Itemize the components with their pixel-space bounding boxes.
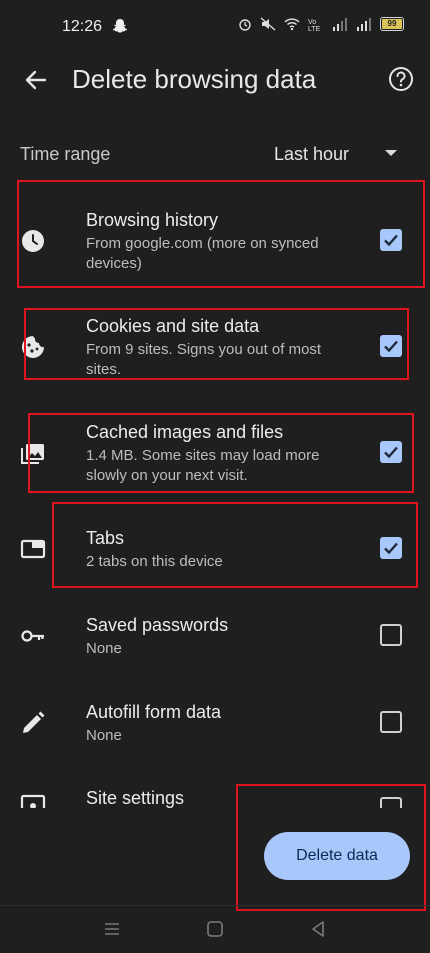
- time-range-row[interactable]: Time range Last hour: [0, 132, 430, 174]
- option-label: Saved passwords: [86, 615, 229, 635]
- app-bar: Delete browsing data: [0, 56, 430, 104]
- key-icon: [20, 623, 46, 649]
- svg-text:LTE: LTE: [308, 26, 321, 31]
- help-icon: [389, 67, 413, 91]
- battery-icon: 99: [380, 17, 404, 31]
- option-description: None: [86, 640, 122, 657]
- annotation-box: [24, 308, 409, 380]
- tab-icon: [20, 536, 46, 562]
- pencil-icon: [20, 710, 46, 736]
- checkbox[interactable]: [380, 711, 402, 733]
- option-autofill-form-data[interactable]: Autofill form data None: [0, 692, 430, 772]
- square-icon: [207, 921, 223, 937]
- volte-icon: VoLTE: [308, 19, 321, 31]
- menu-icon: [105, 923, 119, 935]
- mute-icon: [260, 17, 276, 31]
- annotation-box: [17, 180, 425, 288]
- signal-icon: [333, 18, 347, 31]
- annotation-box: [28, 413, 414, 493]
- help-button[interactable]: [388, 66, 414, 92]
- option-saved-passwords[interactable]: Saved passwords None: [0, 605, 430, 685]
- option-description: None: [86, 727, 122, 744]
- delete-data-button[interactable]: Delete data: [264, 832, 410, 880]
- time-range-value: Last hour: [274, 144, 350, 164]
- alarm-icon: [239, 19, 251, 31]
- system-icons: Vo LTE 99: [238, 17, 404, 31]
- svg-text:Vo: Vo: [308, 19, 316, 26]
- wifi-icon: [284, 18, 300, 31]
- signal-icon: [357, 18, 371, 31]
- time-range-label: Time range: [20, 144, 111, 164]
- battery-level: 99: [387, 19, 397, 28]
- page-title: Delete browsing data: [72, 64, 317, 94]
- annotation-box: [52, 502, 418, 588]
- dropdown-arrow-icon: [385, 150, 397, 156]
- option-label: Site settings: [86, 788, 185, 808]
- arrow-back-icon: [25, 70, 47, 90]
- snapchat-icon: [112, 18, 128, 39]
- system-nav-bar: [0, 905, 430, 953]
- recents-button[interactable]: [100, 917, 124, 941]
- status-bar: 12:26 Vo LTE 99: [0, 0, 430, 56]
- home-button[interactable]: [203, 917, 227, 941]
- back-button[interactable]: [20, 64, 52, 96]
- checkbox[interactable]: [380, 624, 402, 646]
- option-label: Autofill form data: [86, 702, 222, 722]
- triangle-back-icon: [312, 921, 324, 937]
- site-settings-icon: [20, 794, 46, 808]
- status-time: 12:26: [62, 18, 103, 35]
- nav-back-button[interactable]: [306, 917, 330, 941]
